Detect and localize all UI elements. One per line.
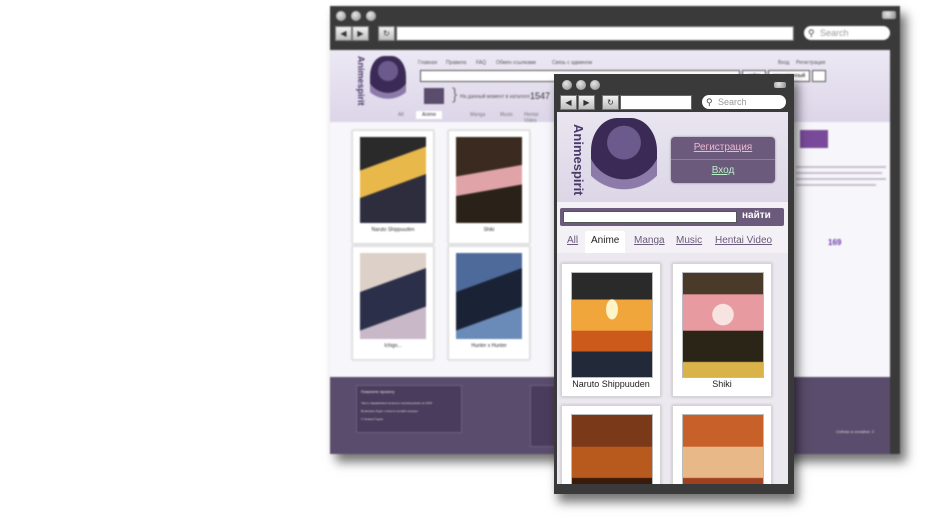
site-logo-text: Animespirit — [356, 56, 366, 106]
footer-help-box: Помогите проекту Часто задаваемые вопрос… — [356, 385, 462, 433]
anime-card[interactable]: Shiki — [672, 263, 772, 397]
search-placeholder: Search — [718, 97, 747, 107]
browser-search-input[interactable]: ⚲ Search — [804, 26, 890, 40]
sidebar-text-block: 169 — [796, 166, 888, 276]
mascot-image — [370, 56, 406, 106]
reload-button[interactable]: ↻ — [378, 26, 395, 41]
anime-cover-image — [682, 414, 764, 484]
anime-cover-image — [456, 253, 522, 339]
tab-music[interactable]: Music — [676, 235, 702, 246]
window-maximize-button[interactable] — [366, 11, 376, 21]
reload-button[interactable]: ↻ — [602, 95, 619, 110]
anime-cover-image — [360, 137, 426, 223]
site-search-input[interactable] — [563, 211, 737, 223]
catalog-count-label: На данный момент в каталоге — [460, 94, 530, 100]
anime-cover-image — [456, 137, 522, 223]
footer-line: Возможно будет открыта онлайн конкурс — [361, 409, 418, 413]
footer-thumbs — [530, 385, 556, 447]
register-link[interactable]: Регистрация — [671, 142, 775, 153]
search-icon: ⚲ — [706, 97, 713, 107]
anime-cover-image — [571, 272, 653, 378]
window-minimize-button[interactable] — [576, 80, 586, 90]
site-search-button[interactable]: найти — [742, 210, 771, 221]
nav-rules[interactable]: Правила — [446, 60, 466, 66]
catalog-thumbnail — [424, 88, 444, 104]
auth-box: Регистрация Вход — [671, 137, 775, 183]
tab-manga[interactable]: Manga — [470, 112, 485, 118]
sidebar-count: 169 — [828, 238, 842, 247]
site-header: Animespirit Регистрация Вход — [557, 112, 788, 202]
anime-cover-image — [682, 272, 764, 378]
back-button[interactable]: ◀ — [335, 26, 352, 41]
anime-grid: Naruto Shippuuden Shiki — [557, 253, 788, 484]
anime-cover-image — [360, 253, 426, 339]
search-placeholder: Search — [820, 28, 849, 38]
address-bar[interactable] — [396, 26, 794, 41]
tab-hentai-video[interactable]: Hentai Video — [524, 112, 538, 124]
login-link[interactable]: Вход — [671, 165, 775, 176]
address-bar[interactable] — [620, 95, 692, 110]
footer-line: Часто задаваемые вопросы переводчикам за… — [361, 401, 433, 405]
tab-all[interactable]: All — [567, 235, 578, 246]
mobile-page: Animespirit Регистрация Вход найти All A… — [557, 112, 788, 484]
site-search-bar: найти — [560, 208, 784, 226]
anime-card[interactable]: Naruto Shippuuden — [561, 263, 661, 397]
tab-all[interactable]: All — [398, 112, 404, 118]
forward-button[interactable]: ▶ — [352, 26, 369, 41]
anime-card[interactable]: Naruto Shippuuden — [352, 130, 434, 244]
tab-anime[interactable]: Anime — [416, 111, 443, 119]
mobile-tab-bar: All Anime Manga Music Hentai Video — [557, 231, 788, 253]
window-menu-button[interactable] — [882, 11, 896, 19]
nav-home[interactable]: Главная — [418, 60, 437, 66]
browser-search-input[interactable]: ⚲ Search — [702, 95, 786, 109]
anime-cover-image — [571, 414, 653, 484]
footer-title: Помогите проекту — [361, 389, 395, 394]
window-minimize-button[interactable] — [351, 11, 361, 21]
window-close-button[interactable] — [562, 80, 572, 90]
window-maximize-button[interactable] — [590, 80, 600, 90]
anime-card[interactable] — [561, 405, 661, 484]
window-close-button[interactable] — [336, 11, 346, 21]
search-icon: ⚲ — [808, 28, 815, 38]
catalog-count: 1547 — [530, 91, 551, 101]
mobile-browser-window: ◀ ▶ ↻ ⚲ Search Animespirit Регистрация В… — [554, 74, 794, 494]
site-logo-text: Animespirit — [571, 124, 586, 196]
anime-card[interactable]: Shiki — [448, 130, 530, 244]
anime-card[interactable]: Hunter x Hunter — [448, 246, 530, 360]
top-login-link[interactable]: Вход — [778, 60, 789, 66]
anime-title: Naruto Shippuuden — [371, 227, 415, 233]
tab-hentai-video[interactable]: Hentai Video — [715, 235, 772, 246]
search-options-button[interactable] — [812, 70, 826, 82]
tab-music[interactable]: Music — [500, 112, 513, 118]
nav-contact-admin[interactable]: Связь с админом — [552, 60, 592, 66]
anime-card[interactable]: Ichigo... — [352, 246, 434, 360]
forward-button[interactable]: ▶ — [578, 95, 595, 110]
tab-manga[interactable]: Manga — [634, 235, 665, 246]
footer-line: С Новым Годом — [361, 417, 383, 421]
online-users: Сейчас в онлайне: 2 — [836, 429, 875, 434]
sidebar-button[interactable] — [800, 130, 828, 148]
top-register-link[interactable]: Регистрация — [796, 60, 825, 66]
mascot-image — [591, 118, 657, 200]
anime-title: Naruto Shippuuden — [572, 379, 650, 389]
window-menu-button[interactable] — [774, 82, 786, 88]
back-button[interactable]: ◀ — [560, 95, 577, 110]
anime-title: Ichigo... — [384, 343, 402, 349]
anime-title: Shiki — [712, 379, 732, 389]
nav-links-exchange[interactable]: Обмен ссылками — [496, 60, 536, 66]
nav-faq[interactable]: FAQ — [476, 60, 486, 66]
anime-title: Hunter x Hunter — [471, 343, 507, 349]
tab-anime[interactable]: Anime — [585, 231, 626, 253]
anime-card[interactable] — [672, 405, 772, 484]
brace-decoration: } — [452, 86, 458, 103]
anime-title: Shiki — [483, 227, 495, 233]
